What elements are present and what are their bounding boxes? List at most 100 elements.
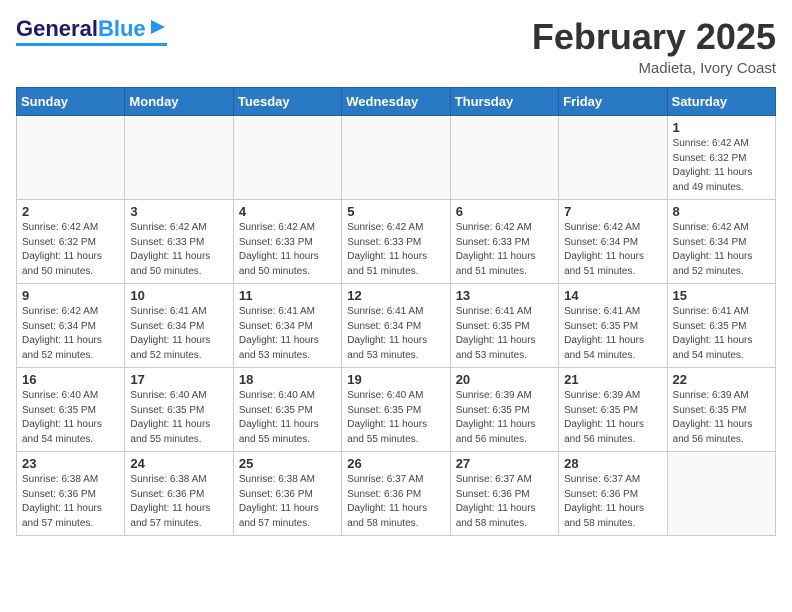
logo: General Blue	[16, 16, 167, 46]
day-info: Sunrise: 6:42 AM Sunset: 6:34 PM Dayligh…	[22, 305, 119, 363]
day-number: 5	[347, 204, 444, 219]
day-info: Sunrise: 6:37 AM Sunset: 6:36 PM Dayligh…	[347, 473, 444, 531]
day-info: Sunrise: 6:38 AM Sunset: 6:36 PM Dayligh…	[239, 473, 336, 531]
day-number: 20	[456, 372, 553, 387]
day-info: Sunrise: 6:42 AM Sunset: 6:34 PM Dayligh…	[564, 221, 661, 279]
calendar-table: Sunday Monday Tuesday Wednesday Thursday…	[16, 87, 776, 536]
day-number: 15	[673, 288, 770, 303]
table-row: 8 Sunrise: 6:42 AM Sunset: 6:34 PM Daylig…	[667, 200, 775, 284]
table-row: 9 Sunrise: 6:42 AM Sunset: 6:34 PM Daylig…	[17, 284, 125, 368]
header-friday: Friday	[559, 88, 667, 116]
day-number: 6	[456, 204, 553, 219]
logo-arrow-icon	[149, 18, 167, 36]
day-number: 21	[564, 372, 661, 387]
day-number: 2	[22, 204, 119, 219]
table-row	[342, 116, 450, 200]
day-number: 26	[347, 456, 444, 471]
day-info: Sunrise: 6:39 AM Sunset: 6:35 PM Dayligh…	[456, 389, 553, 447]
day-number: 3	[130, 204, 227, 219]
table-row: 22 Sunrise: 6:39 AM Sunset: 6:35 PM Dayli…	[667, 368, 775, 452]
day-info: Sunrise: 6:42 AM Sunset: 6:33 PM Dayligh…	[456, 221, 553, 279]
day-number: 9	[22, 288, 119, 303]
table-row: 5 Sunrise: 6:42 AM Sunset: 6:33 PM Daylig…	[342, 200, 450, 284]
day-info: Sunrise: 6:40 AM Sunset: 6:35 PM Dayligh…	[130, 389, 227, 447]
calendar-week-row: 16 Sunrise: 6:40 AM Sunset: 6:35 PM Dayli…	[17, 368, 776, 452]
header: General Blue February 2025 Madieta, Ivor…	[16, 16, 776, 77]
day-info: Sunrise: 6:39 AM Sunset: 6:35 PM Dayligh…	[564, 389, 661, 447]
day-info: Sunrise: 6:42 AM Sunset: 6:33 PM Dayligh…	[130, 221, 227, 279]
day-number: 25	[239, 456, 336, 471]
header-monday: Monday	[125, 88, 233, 116]
day-info: Sunrise: 6:41 AM Sunset: 6:35 PM Dayligh…	[673, 305, 770, 363]
day-number: 1	[673, 120, 770, 135]
day-number: 18	[239, 372, 336, 387]
day-number: 23	[22, 456, 119, 471]
table-row: 16Sunrise: 6:40 AM Sunset: 6:35 PM Dayli…	[17, 368, 125, 452]
calendar-week-row: 1 Sunrise: 6:42 AM Sunset: 6:32 PM Daylig…	[17, 116, 776, 200]
header-wednesday: Wednesday	[342, 88, 450, 116]
calendar-week-row: 9 Sunrise: 6:42 AM Sunset: 6:34 PM Daylig…	[17, 284, 776, 368]
day-number: 27	[456, 456, 553, 471]
day-info: Sunrise: 6:39 AM Sunset: 6:35 PM Dayligh…	[673, 389, 770, 447]
table-row	[233, 116, 341, 200]
day-info: Sunrise: 6:42 AM Sunset: 6:33 PM Dayligh…	[239, 221, 336, 279]
table-row: 21 Sunrise: 6:39 AM Sunset: 6:35 PM Dayli…	[559, 368, 667, 452]
day-info: Sunrise: 6:41 AM Sunset: 6:34 PM Dayligh…	[347, 305, 444, 363]
day-number: 10	[130, 288, 227, 303]
page: General Blue February 2025 Madieta, Ivor…	[0, 0, 792, 546]
calendar-week-row: 2 Sunrise: 6:42 AM Sunset: 6:32 PM Daylig…	[17, 200, 776, 284]
day-number: 16	[22, 372, 119, 387]
table-row	[667, 452, 775, 536]
calendar-week-row: 23 Sunrise: 6:38 AM Sunset: 6:36 PM Dayli…	[17, 452, 776, 536]
table-row: 27 Sunrise: 6:37 AM Sunset: 6:36 PM Dayli…	[450, 452, 558, 536]
table-row: 28 Sunrise: 6:37 AM Sunset: 6:36 PM Dayli…	[559, 452, 667, 536]
table-row: 17 Sunrise: 6:40 AM Sunset: 6:35 PM Dayli…	[125, 368, 233, 452]
table-row: 25 Sunrise: 6:38 AM Sunset: 6:36 PM Dayli…	[233, 452, 341, 536]
table-row: 24Sunrise: 6:38 AM Sunset: 6:36 PM Dayli…	[125, 452, 233, 536]
header-thursday: Thursday	[450, 88, 558, 116]
table-row: 26 Sunrise: 6:37 AM Sunset: 6:36 PM Dayli…	[342, 452, 450, 536]
table-row: 10Sunrise: 6:41 AM Sunset: 6:34 PM Dayli…	[125, 284, 233, 368]
day-info: Sunrise: 6:37 AM Sunset: 6:36 PM Dayligh…	[564, 473, 661, 531]
table-row: 4Sunrise: 6:42 AM Sunset: 6:33 PM Daylig…	[233, 200, 341, 284]
table-row: 3 Sunrise: 6:42 AM Sunset: 6:33 PM Daylig…	[125, 200, 233, 284]
day-info: Sunrise: 6:37 AM Sunset: 6:36 PM Dayligh…	[456, 473, 553, 531]
table-row: 13 Sunrise: 6:41 AM Sunset: 6:35 PM Dayli…	[450, 284, 558, 368]
table-row	[17, 116, 125, 200]
day-info: Sunrise: 6:41 AM Sunset: 6:35 PM Dayligh…	[456, 305, 553, 363]
day-number: 24	[130, 456, 227, 471]
day-info: Sunrise: 6:40 AM Sunset: 6:35 PM Dayligh…	[347, 389, 444, 447]
day-number: 7	[564, 204, 661, 219]
table-row	[450, 116, 558, 200]
day-number: 17	[130, 372, 227, 387]
day-number: 19	[347, 372, 444, 387]
logo-general-text: General	[16, 16, 98, 42]
day-number: 11	[239, 288, 336, 303]
table-row	[559, 116, 667, 200]
table-row: 18Sunrise: 6:40 AM Sunset: 6:35 PM Dayli…	[233, 368, 341, 452]
day-number: 8	[673, 204, 770, 219]
day-info: Sunrise: 6:38 AM Sunset: 6:36 PM Dayligh…	[22, 473, 119, 531]
day-number: 14	[564, 288, 661, 303]
table-row: 15 Sunrise: 6:41 AM Sunset: 6:35 PM Dayli…	[667, 284, 775, 368]
day-number: 12	[347, 288, 444, 303]
day-number: 22	[673, 372, 770, 387]
calendar-header-row: Sunday Monday Tuesday Wednesday Thursday…	[17, 88, 776, 116]
day-info: Sunrise: 6:42 AM Sunset: 6:32 PM Dayligh…	[22, 221, 119, 279]
table-row: 20 Sunrise: 6:39 AM Sunset: 6:35 PM Dayli…	[450, 368, 558, 452]
day-number: 28	[564, 456, 661, 471]
day-info: Sunrise: 6:41 AM Sunset: 6:34 PM Dayligh…	[239, 305, 336, 363]
header-tuesday: Tuesday	[233, 88, 341, 116]
day-info: Sunrise: 6:42 AM Sunset: 6:34 PM Dayligh…	[673, 221, 770, 279]
day-number: 13	[456, 288, 553, 303]
day-info: Sunrise: 6:42 AM Sunset: 6:33 PM Dayligh…	[347, 221, 444, 279]
table-row	[125, 116, 233, 200]
day-info: Sunrise: 6:41 AM Sunset: 6:35 PM Dayligh…	[564, 305, 661, 363]
header-sunday: Sunday	[17, 88, 125, 116]
table-row: 11 Sunrise: 6:41 AM Sunset: 6:34 PM Dayli…	[233, 284, 341, 368]
day-info: Sunrise: 6:42 AM Sunset: 6:32 PM Dayligh…	[673, 137, 770, 195]
title-block: February 2025 Madieta, Ivory Coast	[532, 16, 776, 77]
table-row: 1 Sunrise: 6:42 AM Sunset: 6:32 PM Daylig…	[667, 116, 775, 200]
table-row: 14 Sunrise: 6:41 AM Sunset: 6:35 PM Dayli…	[559, 284, 667, 368]
header-saturday: Saturday	[667, 88, 775, 116]
